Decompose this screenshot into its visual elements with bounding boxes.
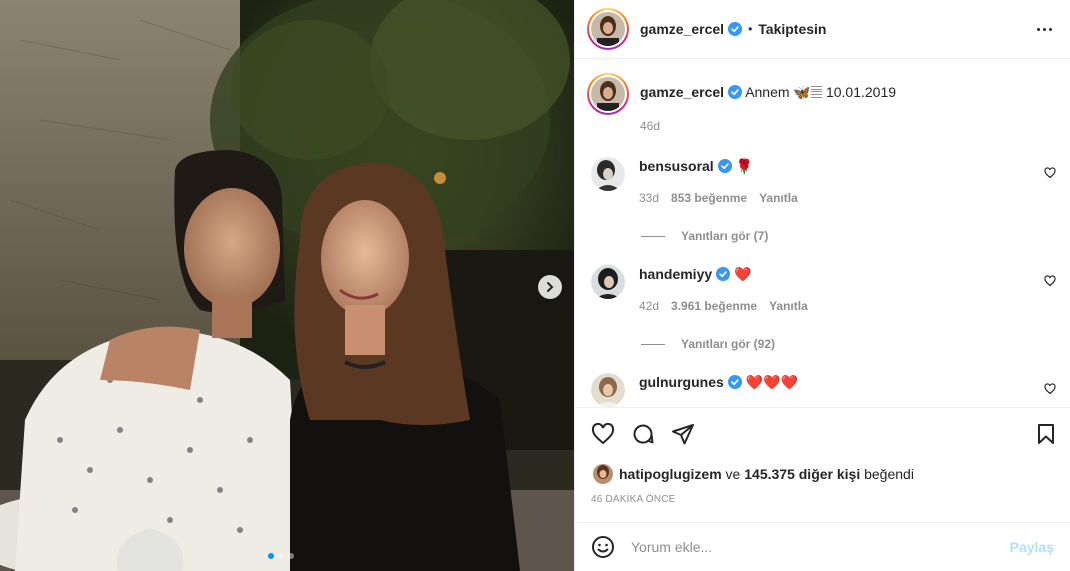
author-username[interactable]: gamze_ercel bbox=[640, 21, 724, 37]
chevron-right-icon bbox=[547, 282, 554, 292]
post-caption: gamze_ercel Annem 🦋𝄚 10.01.2019 46d bbox=[587, 73, 1056, 135]
carousel-dot bbox=[278, 553, 284, 559]
post-comment-button[interactable]: Paylaş bbox=[1010, 539, 1054, 555]
caption-text: Annem 🦋𝄚 10.01.2019 bbox=[745, 84, 897, 100]
comment-username[interactable]: gulnurgunes bbox=[639, 374, 724, 390]
comment-item: bensusoral 🌹 33d 853 beğenme Yanıtla bbox=[587, 157, 1056, 207]
post-photo[interactable] bbox=[0, 0, 574, 571]
emoji-button[interactable] bbox=[591, 535, 615, 559]
heart-icon[interactable] bbox=[1044, 167, 1056, 179]
verified-badge-icon bbox=[728, 85, 743, 99]
comment-item: handemiyy ❤️ 42d 3.961 beğenme Yanıtla bbox=[587, 265, 1056, 315]
avatar[interactable] bbox=[591, 265, 625, 299]
avatar[interactable] bbox=[591, 373, 625, 407]
comment-username[interactable]: handemiyy bbox=[639, 266, 712, 282]
next-photo-button[interactable] bbox=[538, 275, 562, 299]
story-ring[interactable] bbox=[587, 8, 629, 50]
likes-conjunction: ve bbox=[721, 466, 745, 482]
heart-icon bbox=[591, 422, 615, 445]
view-replies-button[interactable]: Yanıtları gör (7) bbox=[641, 229, 1056, 243]
verified-badge-icon bbox=[717, 159, 732, 173]
reply-button[interactable]: Yanıtla bbox=[759, 189, 798, 207]
following-button[interactable]: Takiptesin bbox=[758, 21, 826, 37]
separator-dot: • bbox=[748, 22, 753, 36]
comment-text: 🌹 bbox=[735, 158, 754, 174]
comment-button[interactable] bbox=[631, 422, 655, 446]
heart-icon[interactable] bbox=[1044, 275, 1056, 287]
avatar[interactable] bbox=[591, 157, 625, 191]
liker-username[interactable]: hatipoglugizem bbox=[619, 466, 722, 482]
more-options-icon bbox=[1036, 27, 1040, 31]
avatar bbox=[591, 77, 625, 111]
emoji-smile-icon bbox=[592, 536, 614, 558]
like-button[interactable] bbox=[591, 422, 615, 446]
post-viewer: gamze_ercel • Takiptesin gamze_ercel Ann… bbox=[0, 0, 1070, 571]
comment-bubble-icon bbox=[633, 424, 654, 444]
comment-item: gulnurgunes ❤️❤️❤️ bbox=[587, 373, 1056, 407]
heart-icon[interactable] bbox=[1044, 383, 1056, 395]
bookmark-icon bbox=[1038, 424, 1054, 444]
comment-time: 33d bbox=[639, 191, 660, 205]
likes-suffix: beğendi bbox=[860, 466, 914, 482]
caption-username[interactable]: gamze_ercel bbox=[640, 84, 724, 100]
comment-username[interactable]: bensusoral bbox=[639, 158, 714, 174]
more-options-button[interactable] bbox=[1032, 17, 1056, 41]
avatar bbox=[591, 12, 625, 46]
post-side-panel: gamze_ercel • Takiptesin gamze_ercel Ann… bbox=[574, 0, 1070, 571]
comments-list[interactable]: gamze_ercel Annem 🦋𝄚 10.01.2019 46d bens… bbox=[575, 59, 1070, 407]
carousel-dot bbox=[268, 553, 274, 559]
comment-text: ❤️ bbox=[734, 266, 752, 282]
likes-count[interactable]: 145.375 diğer kişi bbox=[744, 466, 860, 482]
caption-time: 46d bbox=[640, 119, 661, 133]
view-replies-label: Yanıtları gör (7) bbox=[681, 229, 769, 243]
post-timestamp[interactable]: 46 DAKİKA ÖNCE bbox=[575, 488, 1070, 522]
view-replies-label: Yanıtları gör (92) bbox=[681, 337, 776, 351]
view-replies-button[interactable]: Yanıtları gör (92) bbox=[641, 337, 1056, 351]
action-bar bbox=[575, 407, 1070, 460]
photo-image bbox=[0, 0, 574, 571]
share-button[interactable] bbox=[671, 422, 695, 446]
story-ring[interactable] bbox=[587, 73, 629, 115]
comment-likes[interactable]: 853 beğenme bbox=[671, 189, 747, 207]
avatar[interactable] bbox=[593, 464, 613, 484]
carousel-indicator bbox=[268, 553, 294, 559]
carousel-dot bbox=[288, 553, 294, 559]
reply-button[interactable]: Yanıtla bbox=[769, 297, 808, 315]
paper-plane-icon bbox=[672, 424, 694, 445]
add-comment-bar: Paylaş bbox=[575, 522, 1070, 571]
comment-time: 42d bbox=[639, 299, 660, 313]
verified-badge-icon bbox=[727, 375, 742, 389]
verified-badge-icon bbox=[728, 22, 743, 36]
save-button[interactable] bbox=[1034, 422, 1058, 446]
comment-text: ❤️❤️❤️ bbox=[745, 374, 798, 390]
comment-input[interactable] bbox=[631, 539, 1010, 555]
comment-likes[interactable]: 3.961 beğenme bbox=[671, 297, 757, 315]
verified-badge-icon bbox=[716, 267, 731, 281]
likes-summary: hatipoglugizem ve 145.375 diğer kişi beğ… bbox=[575, 460, 1070, 488]
post-header: gamze_ercel • Takiptesin bbox=[575, 0, 1070, 59]
